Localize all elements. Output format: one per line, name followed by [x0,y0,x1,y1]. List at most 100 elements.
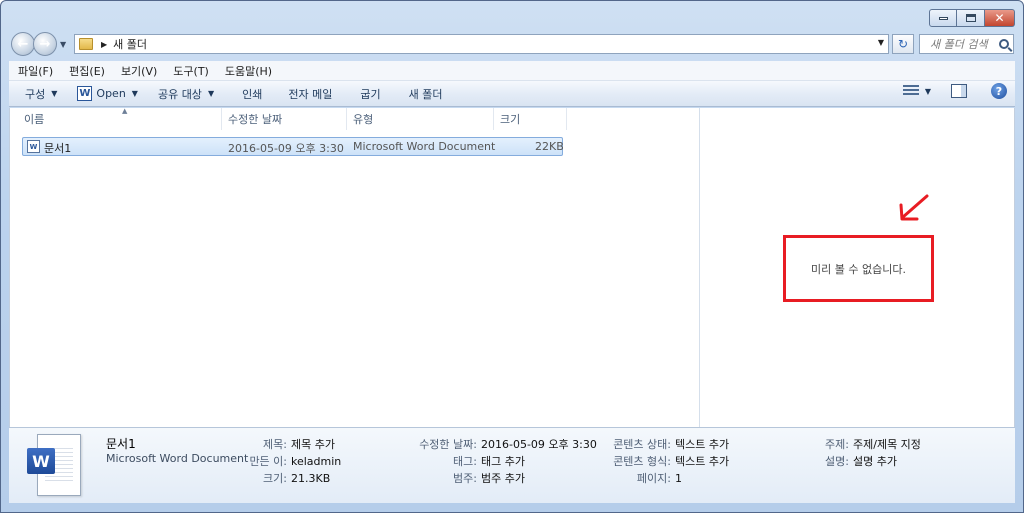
content-area: ▲ 이름 수정한 날짜 유형 크기 W 문서1 2016-05-09 오후 3:… [9,107,1016,427]
share-button[interactable]: 공유 대상 ▼ [148,83,224,105]
details-content-type-value[interactable]: 텍스트 추가 [675,455,729,468]
details-category: 범주: 범주 추가 [453,472,525,485]
menu-bar: 파일(F) 편집(E) 보기(V) 도구(T) 도움말(H) [9,61,1015,81]
minimize-button[interactable] [929,9,957,27]
word-document-icon: W [27,140,40,153]
file-size: 22KB [535,140,564,153]
column-header-type[interactable]: 유형 [347,108,494,130]
menu-file[interactable]: 파일(F) [13,63,58,79]
details-pages: 페이지: 1 [636,472,682,485]
details-title-value[interactable]: 제목 추가 [291,438,335,451]
organize-label: 구성 [25,87,46,101]
email-button[interactable]: 전자 메일 [272,83,342,105]
folder-icon [79,38,93,50]
navigation-buttons: ← → ▼ [11,32,66,56]
chevron-down-icon[interactable]: ▼ [925,87,931,96]
column-type-label: 유형 [353,113,374,126]
organize-button[interactable]: 구성 ▼ [9,83,67,105]
file-row[interactable]: W 문서1 2016-05-09 오후 3:30 Microsoft Word … [22,137,564,156]
column-modified-label: 수정한 날짜 [228,113,283,126]
help-icon[interactable]: ? [991,83,1007,99]
details-pages-value: 1 [675,472,682,485]
word-document-large-icon: W [27,434,81,496]
burn-label: 굽기 [360,87,381,101]
address-dropdown-icon[interactable]: ▼ [878,38,884,47]
details-file-type: Microsoft Word Document [106,452,249,465]
details-category-value[interactable]: 범주 추가 [481,472,525,485]
recent-pages-dropdown[interactable]: ▼ [60,40,66,49]
back-arrow-icon: ← [17,36,29,52]
minimize-icon [938,16,948,20]
maximize-button[interactable] [957,9,985,27]
forward-button[interactable]: → [33,32,57,56]
details-content-type: 콘텐츠 형식: 텍스트 추가 [613,455,730,468]
menu-view[interactable]: 보기(V) [116,63,162,79]
annotation-arrow-icon [899,194,929,221]
details-file-name: 문서1 [106,437,136,451]
open-button[interactable]: W Open ▼ [67,83,148,105]
details-size-value: 21.3KB [291,472,331,485]
details-content-status: 콘텐츠 상태: 텍스트 추가 [613,438,730,451]
annotation-highlight-box: 미리 볼 수 없습니다. [783,235,934,302]
open-label: Open [96,87,126,100]
details-modified-value[interactable]: 2016-05-09 오후 3:30 [481,438,597,451]
file-modified: 2016-05-09 오후 3:30 [228,142,344,155]
column-header-size[interactable]: 크기 [494,108,567,130]
new-folder-button[interactable]: 새 폴더 [391,83,453,105]
explorer-window: ✕ ← → ▼ ▶ 새 폴더 ▼ ↻ 파일(F) 편집(E) 보기(V) 도구(… [0,0,1024,513]
burn-button[interactable]: 굽기 [342,83,390,105]
close-icon: ✕ [994,11,1005,25]
print-label: 인쇄 [242,87,263,101]
refresh-icon: ↻ [897,37,909,51]
caption-buttons: ✕ [929,9,1015,27]
details-title: 제목: 제목 추가 [263,438,335,451]
preview-pane: 미리 볼 수 없습니다. [699,108,1016,427]
column-name-label: 이름 [24,113,45,126]
preview-unavailable-message: 미리 볼 수 없습니다. [811,262,906,276]
forward-arrow-icon: → [39,36,51,52]
details-subject: 주제: 주제/제목 지정 [825,438,921,451]
back-button[interactable]: ← [11,32,35,56]
details-author-value[interactable]: keladmin [291,455,341,468]
file-list-pane: ▲ 이름 수정한 날짜 유형 크기 W 문서1 2016-05-09 오후 3:… [10,107,699,427]
refresh-button[interactable]: ↻ [892,34,914,54]
column-header-name[interactable]: ▲ 이름 [18,107,222,130]
command-bar: 구성 ▼ W Open ▼ 공유 대상 ▼ 인쇄 전자 메일 굽기 새 폴더 ▼ ? [9,81,1015,107]
breadcrumb-new-folder[interactable]: 새 폴더 [113,36,147,52]
details-tags: 태그: 태그 추가 [453,455,525,468]
details-author: 만든 이: keladmin [249,455,342,468]
sort-ascending-icon: ▲ [122,107,128,115]
view-options-icon[interactable] [902,85,919,97]
menu-help[interactable]: 도움말(H) [220,63,277,79]
details-comments-value[interactable]: 설명 추가 [853,455,897,468]
breadcrumb-arrow-icon[interactable]: ▶ [101,40,107,49]
details-content-status-value[interactable]: 텍스트 추가 [675,438,729,451]
command-bar-right: ▼ ? [902,83,1007,99]
word-icon: W [77,86,93,101]
details-pane: W 문서1 Microsoft Word Document 제목: 제목 추가 만… [9,427,1015,503]
column-size-label: 크기 [500,113,521,126]
preview-pane-icon[interactable] [951,84,967,98]
address-bar[interactable]: ▶ 새 폴더 ▼ [74,34,889,54]
share-label: 공유 대상 [157,87,202,101]
menu-edit[interactable]: 편집(E) [64,63,110,79]
details-comments: 설명: 설명 추가 [825,455,897,468]
chevron-down-icon: ▼ [207,89,215,98]
maximize-icon [965,14,976,22]
chevron-down-icon: ▼ [131,89,138,98]
close-button[interactable]: ✕ [985,9,1015,27]
file-name: 문서1 [44,142,72,155]
chevron-down-icon: ▼ [51,89,58,98]
details-subject-value[interactable]: 주제/제목 지정 [853,438,921,451]
details-tags-value[interactable]: 태그 추가 [481,455,525,468]
print-button[interactable]: 인쇄 [224,83,272,105]
email-label: 전자 메일 [288,87,333,101]
details-modified: 수정한 날짜: 2016-05-09 오후 3:30 [419,438,597,451]
search-input[interactable] [930,37,996,51]
column-header-modified[interactable]: 수정한 날짜 [222,108,347,130]
search-icon[interactable] [999,39,1009,49]
details-size: 크기: 21.3KB [263,472,331,485]
menu-tools[interactable]: 도구(T) [168,63,214,79]
file-type: Microsoft Word Document [353,140,496,153]
search-box[interactable] [919,34,1014,54]
